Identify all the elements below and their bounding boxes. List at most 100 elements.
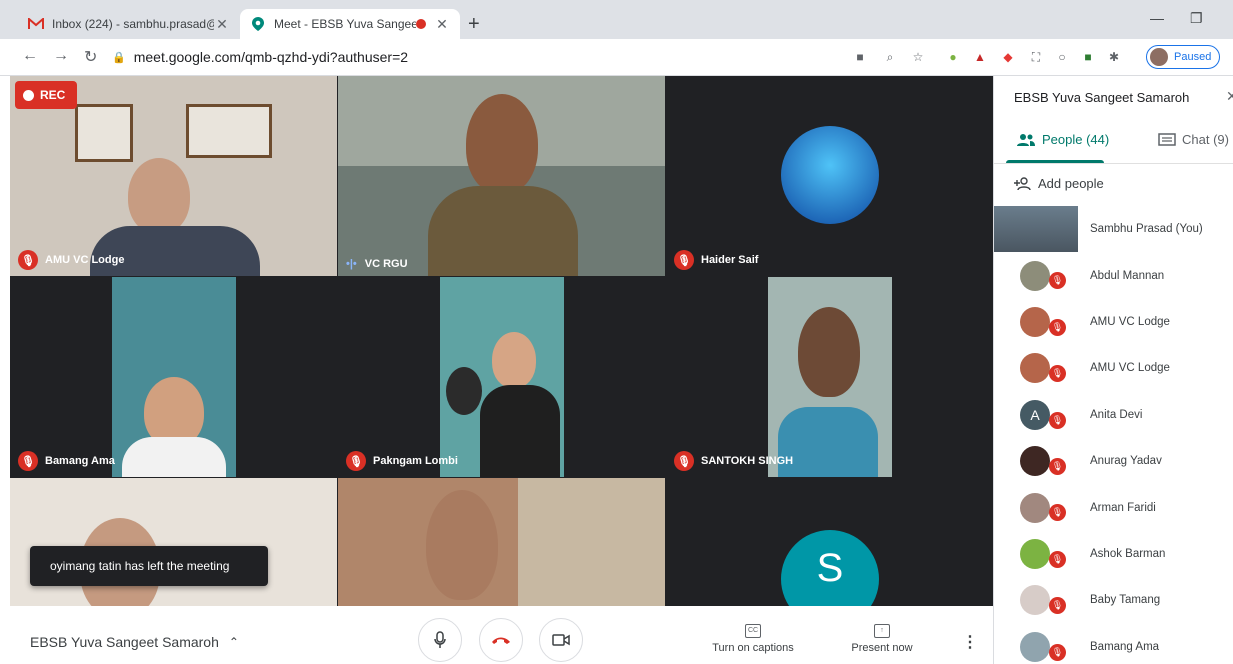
meeting-details-button[interactable]: EBSB Yuva Sangeet Samaroh ⌃ xyxy=(30,634,239,650)
notification-toast: oyimang tatin has left the meeting xyxy=(30,546,268,586)
participant-name: Baby Tamang xyxy=(1090,594,1161,607)
participant-tile[interactable]: 🎙 Pakngam Lombi xyxy=(338,277,665,477)
panel-title: EBSB Yuva Sangeet Samaroh xyxy=(1014,90,1190,105)
participant-name: Sambhu Prasad (You) xyxy=(1090,223,1203,236)
participant-tile[interactable]: REC 🎙 AMU VC Lodge xyxy=(10,76,337,276)
tab-chat[interactable]: Chat (9) xyxy=(1158,132,1229,147)
mic-off-icon: 🎙 xyxy=(1049,365,1066,383)
list-item[interactable]: 🎙 Baby Tamang xyxy=(994,577,1233,623)
avatar xyxy=(1020,538,1050,569)
profile-paused-button[interactable]: Paused xyxy=(1146,45,1220,69)
recording-badge: REC xyxy=(15,81,77,109)
participant-tile[interactable]: 🎙 SANTOKH SINGH xyxy=(666,277,993,477)
participant-tile[interactable]: 🎙 Haider Saif xyxy=(666,76,993,276)
participant-name: Pakngam Lombi xyxy=(373,455,458,467)
captions-icon: CC xyxy=(745,624,761,638)
list-item[interactable]: 🎙 Abdul Mannan xyxy=(994,252,1233,298)
participant-video xyxy=(466,94,538,194)
list-item[interactable]: 🎙 Ashok Barman xyxy=(994,531,1233,577)
meet-icon xyxy=(250,16,266,32)
add-person-icon xyxy=(1014,176,1031,190)
screenshot-extension-icon[interactable]: ⛶ xyxy=(1028,49,1044,65)
meeting-controls-bar: EBSB Yuva Sangeet Samaroh ⌃ CC Turn on c… xyxy=(0,606,993,664)
participant-name: Anita Devi xyxy=(1090,408,1143,421)
participant-tile[interactable] xyxy=(338,478,665,606)
participant-tile[interactable]: •|• VC RGU xyxy=(338,76,665,276)
chat-icon xyxy=(1158,132,1176,146)
participant-video xyxy=(112,277,236,477)
new-tab-icon[interactable]: + xyxy=(468,13,480,36)
extension-icon[interactable]: ● xyxy=(945,49,961,65)
list-item[interactable]: A 🎙 Anita Devi xyxy=(994,392,1233,438)
participant-video xyxy=(128,158,190,234)
avatar xyxy=(1020,492,1050,523)
avatar xyxy=(1020,353,1050,384)
address-bar[interactable]: 🔒 meet.google.com/qmb-qzhd-ydi?authuser=… xyxy=(112,44,932,70)
participant-name: AMU VC Lodge xyxy=(1090,362,1170,375)
avatar xyxy=(1020,585,1050,616)
list-item[interactable]: 🎙 Anurag Yadav xyxy=(994,438,1233,484)
close-icon[interactable]: ✕ xyxy=(434,16,450,33)
participant-tile[interactable]: S xyxy=(666,478,993,606)
restore-icon[interactable]: ❐ xyxy=(1190,10,1203,27)
gmail-icon xyxy=(28,16,44,32)
extension-icon[interactable]: ○ xyxy=(1054,49,1070,65)
list-item[interactable]: 🎙 Arman Faridi xyxy=(994,484,1233,530)
hang-up-icon xyxy=(492,637,510,644)
participant-tile[interactable]: 🎙 Bamang Ama xyxy=(10,277,337,477)
mic-off-icon: 🎙 xyxy=(1049,550,1066,568)
participant-avatar: S xyxy=(781,530,879,606)
close-icon[interactable]: ✕ xyxy=(214,16,230,33)
puzzle-extensions-icon[interactable]: ✱ xyxy=(1106,49,1122,65)
add-people-button[interactable]: Add people xyxy=(1014,176,1104,191)
participant-name: AMU VC Lodge xyxy=(1090,315,1170,328)
participant-tile[interactable] xyxy=(10,478,337,606)
tab-title: Meet - EBSB Yuva Sangeet S xyxy=(274,17,416,31)
tab-people[interactable]: People (44) xyxy=(1016,132,1109,147)
participant-name: Abdul Mannan xyxy=(1090,269,1165,282)
avatar xyxy=(1020,631,1050,662)
minimize-icon[interactable]: — xyxy=(1150,10,1164,26)
participant-name: Bamang Ama xyxy=(1090,640,1160,653)
people-panel: EBSB Yuva Sangeet Samaroh ✕ People (44) … xyxy=(993,76,1233,664)
tab-meet[interactable]: Meet - EBSB Yuva Sangeet S ✕ xyxy=(240,9,460,39)
extension-icon[interactable]: ▲ xyxy=(972,49,988,65)
participant-name: Bamang Ama xyxy=(45,455,115,467)
back-icon[interactable]: ← xyxy=(22,47,38,65)
participant-name: Haider Saif xyxy=(701,254,759,266)
mic-off-icon: 🎙 xyxy=(1049,643,1066,661)
reload-icon[interactable]: ↻ xyxy=(84,47,97,67)
chevron-up-icon: ⌃ xyxy=(228,635,239,649)
captions-label: Turn on captions xyxy=(712,642,794,654)
tab-gmail[interactable]: Inbox (224) - sambhu.prasad@rg ✕ xyxy=(18,9,240,39)
present-screen-icon: ↑ xyxy=(874,624,890,638)
list-item[interactable]: 🎙 AMU VC Lodge xyxy=(994,345,1233,391)
present-now-button[interactable]: ↑ Present now xyxy=(844,624,920,654)
mic-off-icon: 🎙 xyxy=(1049,411,1066,429)
list-item[interactable]: Sambhu Prasad (You) xyxy=(994,206,1233,253)
avatar xyxy=(1150,48,1168,66)
camera-button[interactable] xyxy=(539,618,583,662)
bookmark-star-icon[interactable]: ☆ xyxy=(910,49,926,65)
mic-off-icon: 🎙 xyxy=(674,451,694,471)
video-camera-icon xyxy=(552,634,570,646)
microphone-button[interactable] xyxy=(418,618,462,662)
more-options-icon[interactable]: ⋮ xyxy=(962,632,978,652)
close-panel-icon[interactable]: ✕ xyxy=(1226,88,1233,105)
list-item[interactable]: 🎙 Bamang Ama xyxy=(994,624,1233,664)
list-item[interactable]: 🎙 AMU VC Lodge xyxy=(994,299,1233,345)
extension-icon[interactable]: ◆ xyxy=(1000,49,1016,65)
forward-icon[interactable]: → xyxy=(53,47,69,65)
wall-frame xyxy=(75,104,133,162)
captions-button[interactable]: CC Turn on captions xyxy=(708,624,798,654)
mic-off-icon: 🎙 xyxy=(18,250,38,270)
participant-name: Ashok Barman xyxy=(1090,547,1166,560)
extension-icon[interactable]: ■ xyxy=(1080,49,1096,65)
browser-toolbar: ← → ↻ 🔒 meet.google.com/qmb-qzhd-ydi?aut… xyxy=(0,39,1233,76)
wall-frame xyxy=(186,104,272,158)
zoom-icon[interactable]: ⌕ xyxy=(882,49,898,65)
speaking-indicator-icon: •|• xyxy=(346,258,357,270)
camera-icon[interactable]: ■ xyxy=(852,49,868,65)
mic-off-icon: 🎙 xyxy=(1049,504,1066,522)
leave-call-button[interactable] xyxy=(479,618,523,662)
